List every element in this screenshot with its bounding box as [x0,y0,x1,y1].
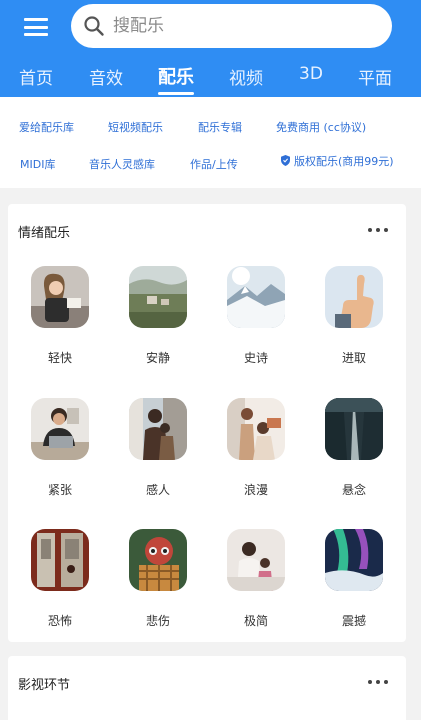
thumbnail-image [129,398,187,460]
mood-item-sad[interactable]: 悲伤 [118,529,198,629]
link-free-commercial[interactable]: 免费商用 (cc协议) [276,119,366,135]
thumbnail-image [129,529,187,591]
mood-item-minimal[interactable]: 极简 [216,529,296,629]
tab-video[interactable]: 视频 [229,64,263,89]
search-bar[interactable] [71,4,392,48]
quick-links: 爱给配乐库 短视频配乐 配乐专辑 免费商用 (cc协议) MIDI库 音乐人灵感… [0,97,421,188]
tab-3d[interactable]: 3D [299,64,323,84]
thumbnail-image [325,266,383,328]
thumbnail-image [129,266,187,328]
thumbnail-image [31,398,89,460]
mood-label: 浪漫 [243,483,268,497]
link-midi-library[interactable]: MIDI库 [20,156,55,172]
mood-label: 悲伤 [145,614,170,628]
mood-item-shocking[interactable]: 震撼 [314,529,394,629]
mood-item-light[interactable]: 轻快 [20,266,100,366]
mood-item-tense[interactable]: 紧张 [20,398,100,498]
link-musician-inspiration[interactable]: 音乐人灵感库 [89,156,155,172]
mood-item-suspense[interactable]: 悬念 [314,398,394,498]
thumbnail-image [227,529,285,591]
link-short-video-music[interactable]: 短视频配乐 [108,119,163,135]
mood-item-touching[interactable]: 感人 [118,398,198,498]
more-icon[interactable] [368,677,388,687]
thumbnail-image [31,266,89,328]
mood-label: 极简 [243,614,268,628]
emotion-music-section: 情绪配乐 轻快 安静 史诗 进取 紧张 感人 浪漫 悬念 恐怖 悲伤 极简 震撼 [8,204,406,642]
mood-label: 悬念 [341,483,366,497]
search-icon [83,15,105,37]
licensed-music-label: 版权配乐(商用99元) [294,155,394,168]
category-tabs: 首页 音效 配乐 视频 3D 平面 [0,60,421,96]
mood-label: 恐怖 [47,614,72,628]
tab-graphic[interactable]: 平面 [358,64,392,89]
mood-label: 轻快 [47,351,72,365]
mood-label: 感人 [145,483,170,497]
link-licensed-music[interactable]: 版权配乐(商用99元) [281,153,394,169]
link-music-library[interactable]: 爱给配乐库 [19,119,74,135]
thumbnail-image [325,529,383,591]
mood-label: 史诗 [243,351,268,365]
thumbnail-image [227,398,285,460]
mood-label: 进取 [341,351,366,365]
section-title: 情绪配乐 [18,226,71,241]
thumbnail-image [31,529,89,591]
link-music-albums[interactable]: 配乐专辑 [198,119,242,135]
mood-item-romance[interactable]: 浪漫 [216,398,296,498]
mood-item-progress[interactable]: 进取 [314,266,394,366]
mood-label: 安静 [145,351,170,365]
film-music-section: 影视环节 [8,656,406,720]
tab-sound-effects[interactable]: 音效 [89,64,123,89]
mood-item-horror[interactable]: 恐怖 [20,529,100,629]
mood-item-epic[interactable]: 史诗 [216,266,296,366]
app-header: 首页 音效 配乐 视频 3D 平面 [0,0,421,97]
shield-icon [281,155,290,166]
tab-music[interactable]: 配乐 [158,63,194,95]
thumbnail-image [325,398,383,460]
more-icon[interactable] [368,225,388,235]
mood-label: 震撼 [341,614,366,628]
mood-item-quiet[interactable]: 安静 [118,266,198,366]
menu-icon[interactable] [24,16,48,38]
mood-label: 紧张 [47,483,72,497]
section-title: 影视环节 [18,678,71,693]
tab-home[interactable]: 首页 [19,64,53,89]
search-input[interactable] [113,16,333,36]
thumbnail-image [227,266,285,328]
link-works-upload[interactable]: 作品/上传 [190,156,238,172]
